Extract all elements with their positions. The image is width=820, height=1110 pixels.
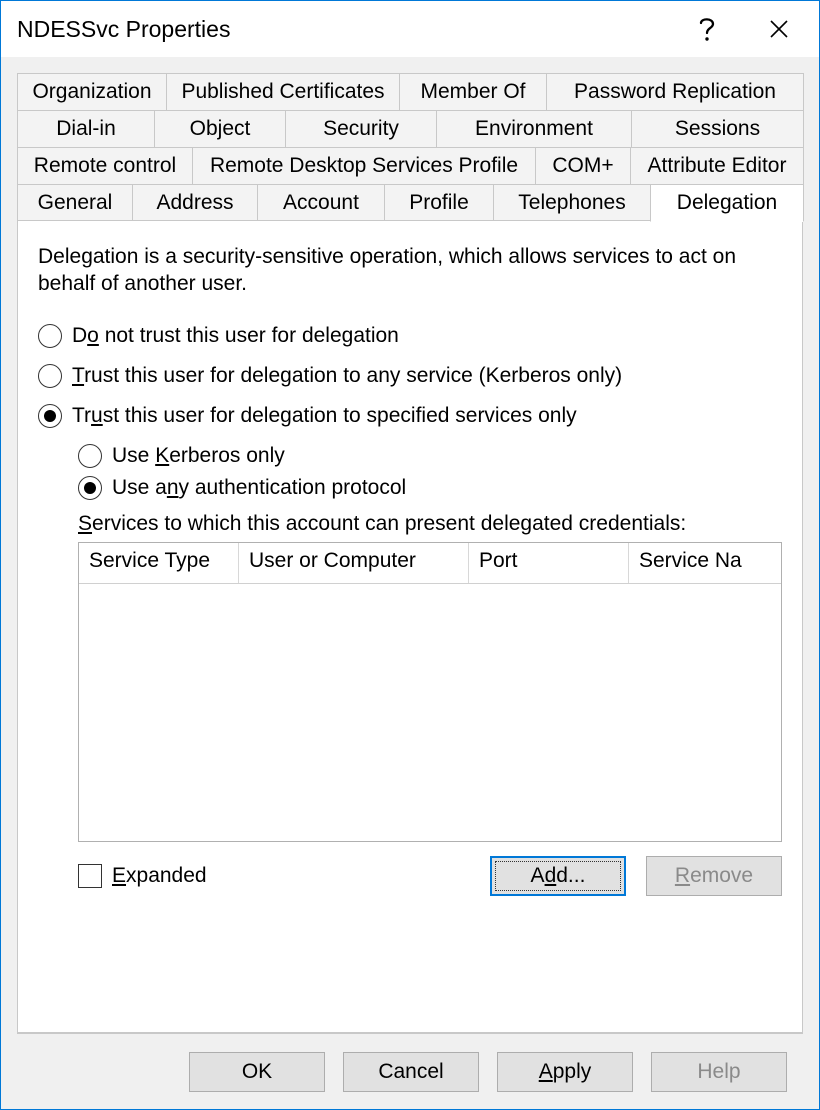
tab-account[interactable]: Account xyxy=(257,184,385,222)
properties-dialog: NDESSvc Properties Organization Publishe… xyxy=(0,0,820,1110)
delegation-panel: Delegation is a security-sensitive opera… xyxy=(17,220,803,1033)
tab-remote-desktop-services-profile[interactable]: Remote Desktop Services Profile xyxy=(192,147,536,185)
radio-kerberos-only[interactable]: Use Kerberos only xyxy=(78,444,782,468)
delegation-description: Delegation is a security-sensitive opera… xyxy=(38,243,782,298)
radio-icon xyxy=(38,364,62,388)
client-area: Organization Published Certificates Memb… xyxy=(1,57,819,1109)
column-port[interactable]: Port xyxy=(469,543,629,583)
column-user-or-computer[interactable]: User or Computer xyxy=(239,543,469,583)
tab-dial-in[interactable]: Dial-in xyxy=(17,110,155,148)
expanded-checkbox[interactable] xyxy=(78,864,102,888)
radio-any-auth-label: Use any authentication protocol xyxy=(112,476,406,500)
dialog-buttons: OK Cancel Apply Help xyxy=(17,1033,803,1109)
radio-icon xyxy=(78,444,102,468)
close-icon[interactable] xyxy=(743,1,815,57)
tab-address[interactable]: Address xyxy=(132,184,258,222)
sub-radio-group: Use Kerberos only Use any authentication… xyxy=(78,436,782,896)
help-icon[interactable] xyxy=(671,1,743,57)
list-controls-row: Expanded Add... Remove xyxy=(78,856,782,896)
tab-strip: Organization Published Certificates Memb… xyxy=(17,73,803,221)
tab-com-plus[interactable]: COM+ xyxy=(535,147,631,185)
tab-organization[interactable]: Organization xyxy=(17,73,167,111)
help-button[interactable]: Help xyxy=(651,1052,787,1092)
apply-button[interactable]: Apply xyxy=(497,1052,633,1092)
tab-sessions[interactable]: Sessions xyxy=(631,110,804,148)
tab-security[interactable]: Security xyxy=(285,110,437,148)
services-listview[interactable]: Service Type User or Computer Port Servi… xyxy=(78,542,782,842)
radio-trust-any-label: Trust this user for delegation to any se… xyxy=(72,364,622,388)
tab-member-of[interactable]: Member Of xyxy=(399,73,547,111)
tab-telephones[interactable]: Telephones xyxy=(493,184,651,222)
expanded-label: Expanded xyxy=(112,864,207,888)
radio-trust-any[interactable]: Trust this user for delegation to any se… xyxy=(38,364,782,388)
tab-object[interactable]: Object xyxy=(154,110,286,148)
radio-no-trust[interactable]: Do not trust this user for delegation xyxy=(38,324,782,348)
ok-button[interactable]: OK xyxy=(189,1052,325,1092)
tab-general[interactable]: General xyxy=(17,184,133,222)
radio-icon xyxy=(38,404,62,428)
radio-trust-specified-label: Trust this user for delegation to specif… xyxy=(72,404,577,428)
column-service-name[interactable]: Service Na xyxy=(629,543,781,583)
radio-icon xyxy=(38,324,62,348)
tab-password-replication[interactable]: Password Replication xyxy=(546,73,804,111)
tab-profile[interactable]: Profile xyxy=(384,184,494,222)
tab-delegation[interactable]: Delegation xyxy=(650,184,804,222)
services-list-label: Services to which this account can prese… xyxy=(78,512,782,536)
listview-header: Service Type User or Computer Port Servi… xyxy=(79,543,781,584)
column-service-type[interactable]: Service Type xyxy=(79,543,239,583)
remove-button[interactable]: Remove xyxy=(646,856,782,896)
window-title: NDESSvc Properties xyxy=(17,16,671,43)
tab-environment[interactable]: Environment xyxy=(436,110,632,148)
tab-published-certificates[interactable]: Published Certificates xyxy=(166,73,400,111)
tab-remote-control[interactable]: Remote control xyxy=(17,147,193,185)
cancel-button[interactable]: Cancel xyxy=(343,1052,479,1092)
tab-attribute-editor[interactable]: Attribute Editor xyxy=(630,147,804,185)
titlebar: NDESSvc Properties xyxy=(1,1,819,57)
radio-trust-specified[interactable]: Trust this user for delegation to specif… xyxy=(38,404,782,428)
radio-kerberos-only-label: Use Kerberos only xyxy=(112,444,285,468)
radio-no-trust-label: Do not trust this user for delegation xyxy=(72,324,399,348)
add-button[interactable]: Add... xyxy=(490,856,626,896)
radio-icon xyxy=(78,476,102,500)
radio-any-auth[interactable]: Use any authentication protocol xyxy=(78,476,782,500)
